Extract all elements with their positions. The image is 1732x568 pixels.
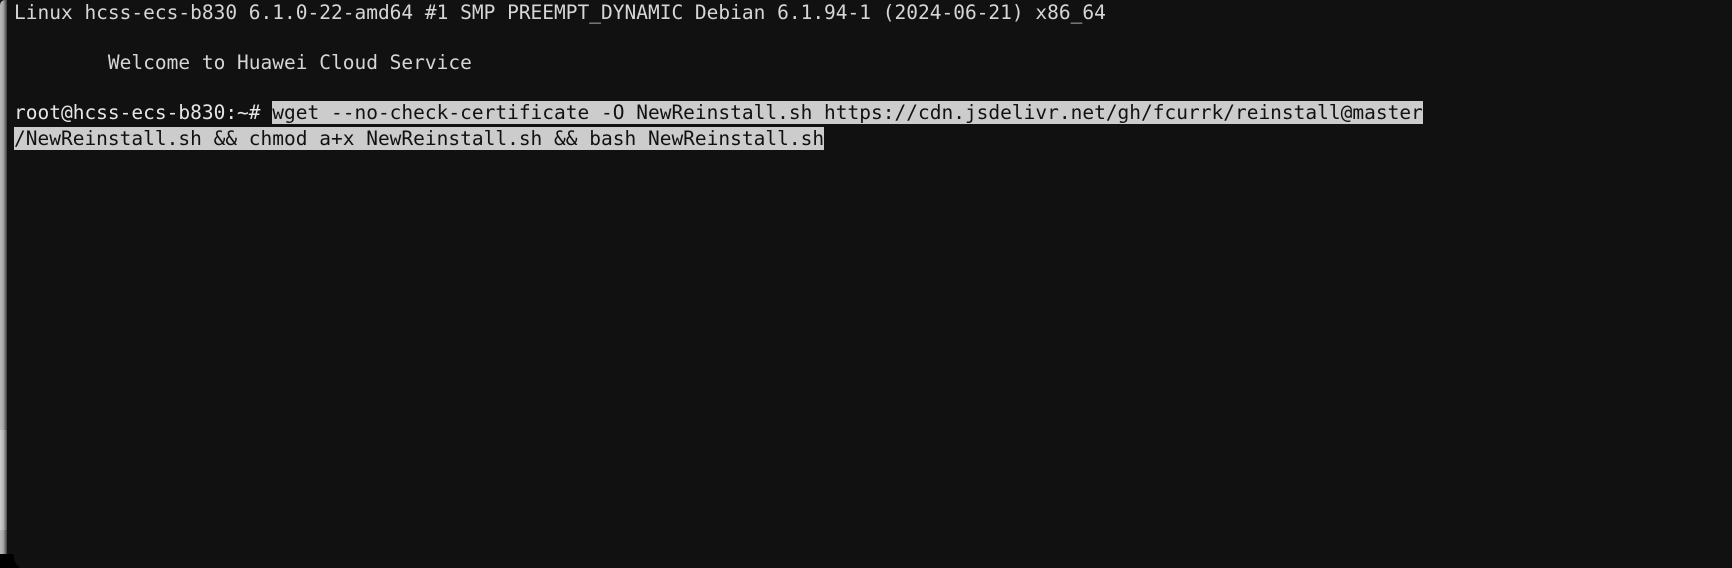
command-text-selected-part-1[interactable]: wget --no-check-certificate -O NewReinst…	[272, 101, 1423, 124]
terminal-line-kernel-banner: Linux hcss-ecs-b830 6.1.0-22-amd64 #1 SM…	[14, 0, 1106, 26]
terminal-line-command-row-1[interactable]: root@hcss-ecs-b830:~# wget --no-check-ce…	[14, 100, 1423, 126]
terminal-line-welcome-message: Welcome to Huawei Cloud Service	[14, 50, 472, 76]
shell-prompt: root@hcss-ecs-b830:~#	[14, 101, 273, 124]
terminal-scrollbar-thumb[interactable]	[0, 430, 7, 530]
welcome-message-text: Welcome to Huawei Cloud Service	[14, 51, 472, 74]
terminal-line-command-row-2[interactable]: /NewReinstall.sh && chmod a+x NewReinsta…	[14, 126, 825, 152]
kernel-banner-text: Linux hcss-ecs-b830 6.1.0-22-amd64 #1 SM…	[14, 1, 1106, 24]
command-text-selected-part-2[interactable]: /NewReinstall.sh && chmod a+x NewReinsta…	[14, 127, 825, 150]
terminal-output-area[interactable]: Linux hcss-ecs-b830 6.1.0-22-amd64 #1 SM…	[7, 0, 1732, 568]
window-corner-mask	[0, 554, 32, 568]
terminal-window[interactable]: Linux hcss-ecs-b830 6.1.0-22-amd64 #1 SM…	[0, 0, 1732, 568]
